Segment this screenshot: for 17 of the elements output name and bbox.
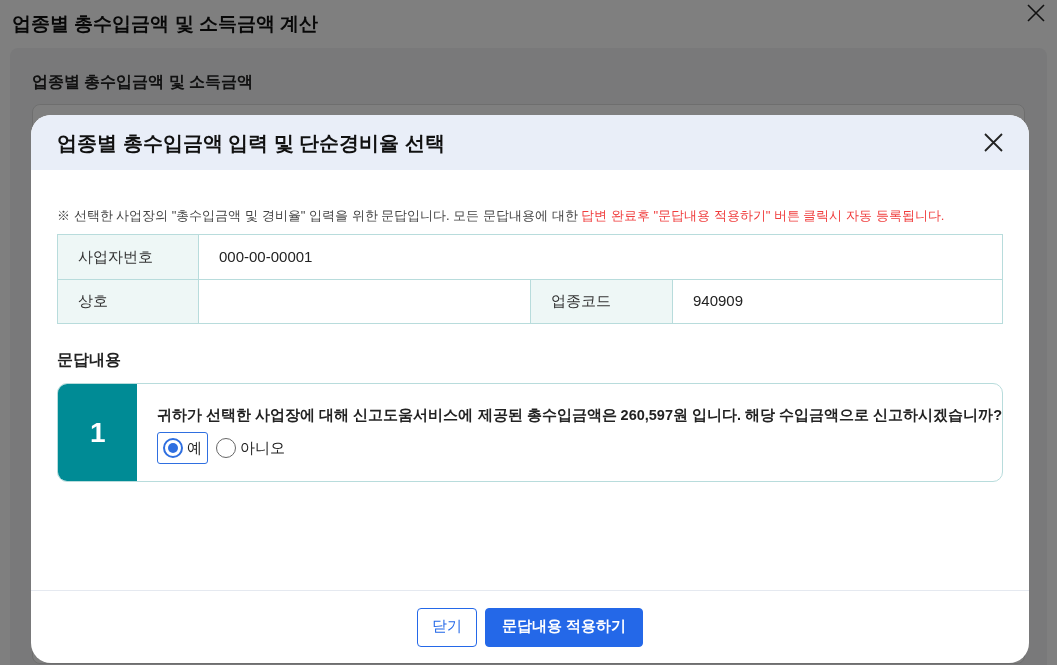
dialog-title: 업종별 총수입금액 입력 및 단순경비율 선택 bbox=[57, 130, 445, 156]
field-label: 업종코드 bbox=[551, 291, 611, 312]
apply-button[interactable]: 문답내용 적용하기 bbox=[485, 607, 643, 647]
question-number: 1 bbox=[58, 384, 138, 481]
field-value: 940909 bbox=[693, 291, 744, 312]
page-title: 업종별 총수입금액 및 소득금액 계산 bbox=[12, 11, 319, 36]
close-icon[interactable] bbox=[984, 133, 1003, 152]
section-title: 업종별 총수입금액 및 소득금액 bbox=[32, 73, 254, 90]
field-label: 상호 bbox=[78, 291, 108, 312]
field-label: 사업자번호 bbox=[78, 246, 153, 267]
close-button[interactable]: 닫기 bbox=[417, 607, 477, 647]
field-value: 000-00-00001 bbox=[219, 246, 313, 267]
notice-text: ※ 선택한 사업장의 "총수입금액 및 경비율" 입력을 위한 문답입니다. 모든 문답내용에 대한 답변 완료후 "문답내용 적용하기" 버튼 클릭시 자동 등록됩니다. bbox=[57, 207, 945, 225]
radio-option[interactable]: 아니오 bbox=[210, 431, 292, 464]
question-text: 귀하가 선택한 사업장에 대해 신고도움서비스에 제공된 총수입금액은 260,597원 입니다. 해당 수입금액으로 신고하시겠습니까? bbox=[157, 406, 1002, 425]
section-title: 문답내용 bbox=[57, 350, 122, 370]
radio-option[interactable]: 예 bbox=[157, 431, 209, 464]
